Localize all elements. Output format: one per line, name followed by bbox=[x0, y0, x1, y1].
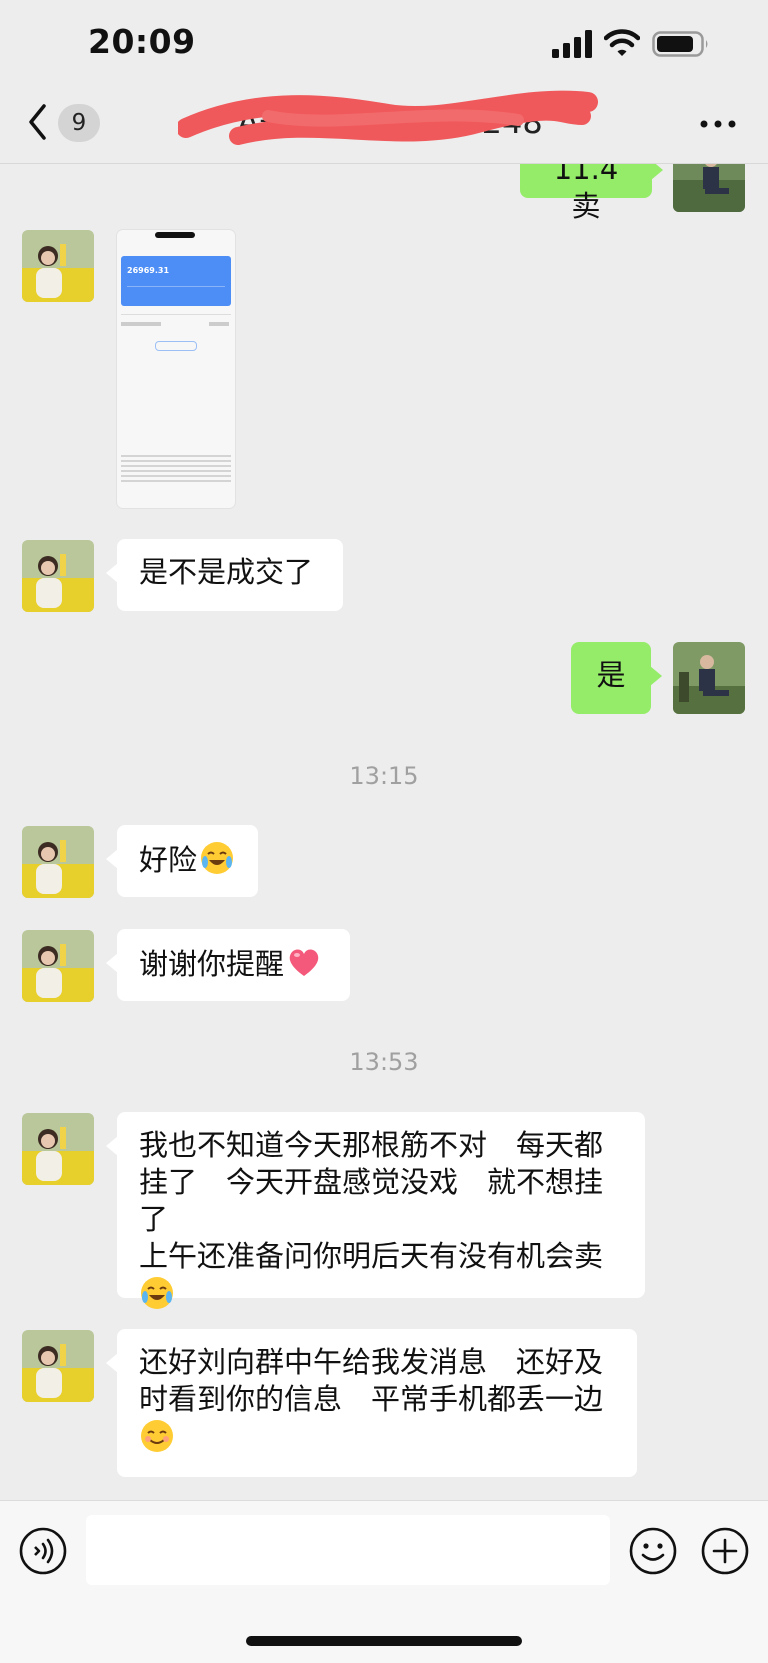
wifi-icon bbox=[604, 29, 640, 56]
message-bubble-incoming[interactable]: 还好刘向群中午给我发消息 还好及 时看到你的信息 平常手机都丢一边 bbox=[106, 1329, 637, 1477]
message-text: 11.4 卖 bbox=[553, 164, 619, 223]
my-avatar[interactable] bbox=[673, 642, 745, 714]
message-text: 是不是成交了 bbox=[139, 555, 314, 589]
chat-area[interactable]: 11.4 卖 26969.31 是不是成交了 是 13:15 好险 谢谢你提醒 … bbox=[0, 164, 768, 1500]
message-line: 挂了 今天开盘感觉没戏 就不想挂了 bbox=[139, 1165, 604, 1236]
contact-avatar[interactable] bbox=[22, 230, 94, 302]
contact-avatar[interactable] bbox=[22, 826, 94, 898]
contact-avatar[interactable] bbox=[22, 1330, 94, 1402]
home-indicator bbox=[246, 1636, 522, 1646]
heart-emoji bbox=[289, 949, 319, 976]
chevron-left-icon bbox=[29, 104, 46, 140]
message-bubble-incoming[interactable]: 好险 bbox=[106, 825, 258, 897]
contact-avatar[interactable] bbox=[22, 930, 94, 1002]
message-line: 还好刘向群中午给我发消息 还好及 bbox=[139, 1345, 604, 1379]
thumb-button-outline bbox=[155, 341, 197, 351]
message-input[interactable] bbox=[86, 1515, 610, 1585]
my-avatar[interactable] bbox=[673, 164, 745, 212]
emoji-icon[interactable] bbox=[628, 1526, 678, 1576]
message-text: 谢谢你提醒 bbox=[139, 947, 285, 981]
message-text: 是 bbox=[596, 658, 626, 692]
message-line: 我也不知道今天那根筋不对 每天都 bbox=[139, 1128, 604, 1162]
account-balance-value: 26969.31 bbox=[127, 266, 170, 275]
message-text: 好险 bbox=[139, 843, 198, 877]
more-dots-icon[interactable] bbox=[698, 114, 738, 134]
message-bubble-incoming[interactable]: 是不是成交了 bbox=[106, 539, 343, 611]
smiling-face-emoji bbox=[141, 1420, 173, 1452]
timestamp: 13:15 bbox=[349, 762, 419, 790]
redaction-scribble bbox=[178, 90, 598, 145]
battery-icon bbox=[652, 31, 708, 57]
account-balance-card: 26969.31 bbox=[121, 256, 231, 306]
contact-avatar[interactable] bbox=[22, 1113, 94, 1185]
message-line: 时看到你的信息 平常手机都丢一边 bbox=[139, 1382, 604, 1416]
unread-count-badge[interactable]: 9 bbox=[58, 104, 100, 142]
crying-laughing-emoji bbox=[201, 842, 234, 874]
voice-icon[interactable] bbox=[18, 1526, 68, 1576]
contact-avatar[interactable] bbox=[22, 540, 94, 612]
shared-screenshot-image[interactable]: 26969.31 bbox=[117, 230, 235, 508]
crying-laughing-emoji bbox=[141, 1277, 173, 1309]
message-bubble-outgoing[interactable]: 11.4 卖 bbox=[520, 164, 663, 223]
message-line: 上午还准备问你明后天有没有机会卖 bbox=[139, 1239, 604, 1273]
message-bubble-incoming[interactable]: 谢谢你提醒 bbox=[106, 929, 350, 1001]
message-bubble-incoming[interactable]: 我也不知道今天那根筋不对 每天都 挂了 今天开盘感觉没戏 就不想挂了 上午还准备… bbox=[106, 1112, 645, 1309]
status-time: 20:09 bbox=[88, 22, 196, 61]
message-bubble-outgoing[interactable]: 是 bbox=[571, 642, 662, 714]
timestamp: 13:53 bbox=[349, 1048, 419, 1076]
signal-icon bbox=[552, 30, 592, 58]
plus-icon[interactable] bbox=[700, 1526, 750, 1576]
